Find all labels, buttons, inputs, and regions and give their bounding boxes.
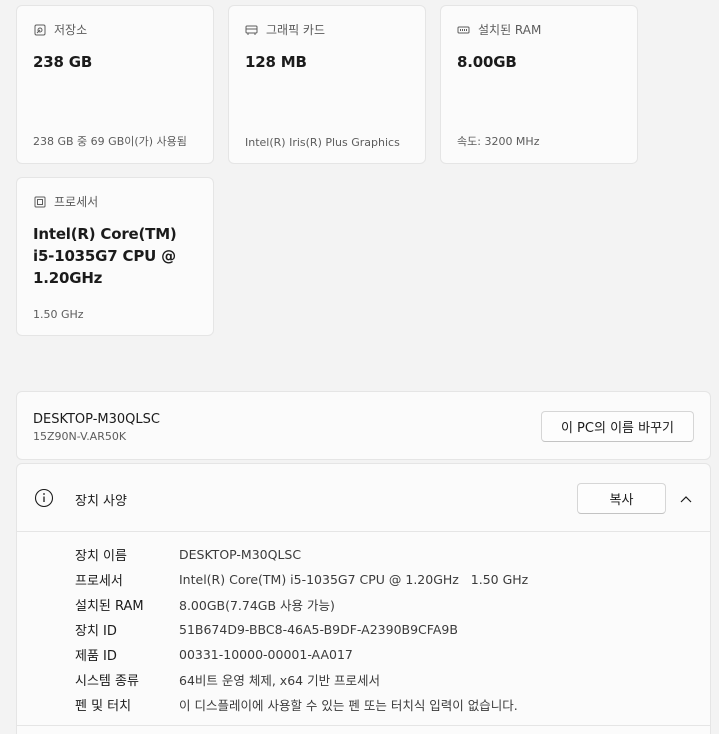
spec-row-product-id: 제품 ID 00331-10000-00001-AA017 (75, 642, 702, 667)
device-name: DESKTOP-M30QLSC (33, 412, 160, 427)
spec-value: 64비트 운영 체제, x64 기반 프로세서 (179, 673, 381, 688)
card-title: 그래픽 카드 (266, 23, 326, 37)
spec-key: 장치 이름 (75, 549, 127, 564)
graphics-card-card: 그래픽 카드 128 MB Intel(R) Iris(R) Plus Grap… (228, 5, 426, 164)
card-value: 128 MB (245, 53, 307, 71)
device-specs-title: 장치 사양 (75, 494, 127, 509)
spec-row-processor: 프로세서 Intel(R) Core(TM) i5-1035G7 CPU @ 1… (75, 567, 702, 592)
card-title: 프로세서 (54, 195, 99, 209)
spec-value: 51B674D9-BBC8-46A5-B9DF-A2390B9CFA9B (179, 622, 458, 637)
card-value: 238 GB (33, 53, 93, 71)
device-specs-panel: 장치 사양 복사 장치 이름 DESKTOP-M30QLSC 프로세서 Inte… (16, 463, 711, 734)
spec-value: Intel(R) Core(TM) i5-1035G7 CPU @ 1.20GH… (179, 572, 529, 587)
card-value: Intel(R) Core(TM) i5-1035G7 CPU @ 1.20GH… (33, 225, 177, 287)
spec-key: 펜 및 터치 (75, 699, 132, 714)
ram-card: 설치된 RAM 8.00GB 속도: 3200 MHz (440, 5, 638, 164)
copy-button[interactable]: 복사 (577, 483, 666, 514)
spec-key: 제품 ID (75, 649, 117, 664)
info-icon (34, 488, 54, 508)
spec-key: 프로세서 (75, 574, 123, 589)
card-title: 저장소 (54, 23, 88, 37)
processor-icon (33, 196, 46, 209)
processor-card: 프로세서 Intel(R) Core(TM) i5-1035G7 CPU @ 1… (16, 177, 214, 336)
card-title: 설치된 RAM (478, 23, 542, 37)
device-model: 15Z90N-V.AR50K (33, 430, 127, 443)
spec-value: 00331-10000-00001-AA017 (179, 647, 353, 662)
rename-pc-button[interactable]: 이 PC의 이름 바꾸기 (541, 411, 694, 442)
card-detail: 속도: 3200 MHz (457, 135, 540, 148)
divider (17, 725, 710, 726)
spec-row-pen-touch: 펜 및 터치 이 디스플레이에 사용할 수 있는 펜 또는 터치식 입력이 없습… (75, 692, 702, 717)
spec-value: DESKTOP-M30QLSC (179, 547, 302, 562)
card-detail: Intel(R) Iris(R) Plus Graphics (245, 136, 400, 149)
ram-icon (457, 24, 470, 37)
spec-row-installed-ram: 설치된 RAM 8.00GB(7.74GB 사용 가능) (75, 592, 702, 617)
device-specs-list: 장치 이름 DESKTOP-M30QLSC 프로세서 Intel(R) Core… (75, 542, 702, 717)
spec-value: 8.00GB(7.74GB 사용 가능) (179, 598, 335, 613)
spec-key: 설치된 RAM (75, 599, 144, 614)
spec-key: 시스템 종류 (75, 674, 139, 689)
spec-row-device-id: 장치 ID 51B674D9-BBC8-46A5-B9DF-A2390B9CFA… (75, 617, 702, 642)
device-name-section: DESKTOP-M30QLSC 15Z90N-V.AR50K 이 PC의 이름 … (16, 391, 711, 460)
chevron-up-icon[interactable] (678, 491, 694, 505)
spec-value: 이 디스플레이에 사용할 수 있는 펜 또는 터치식 입력이 없습니다. (179, 698, 518, 713)
spec-row-device-name: 장치 이름 DESKTOP-M30QLSC (75, 542, 702, 567)
system-about-page: 저장소 238 GB 238 GB 중 69 GB이(가) 사용됨 그래픽 카드… (0, 0, 719, 734)
device-specs-header[interactable]: 장치 사양 복사 (17, 464, 710, 532)
graphics-card-icon (245, 24, 258, 37)
spec-row-system-type: 시스템 종류 64비트 운영 체제, x64 기반 프로세서 (75, 667, 702, 692)
card-detail: 1.50 GHz (33, 308, 84, 321)
spec-key: 장치 ID (75, 624, 117, 639)
card-value: 8.00GB (457, 53, 517, 71)
storage-icon (33, 24, 46, 37)
card-detail: 238 GB 중 69 GB이(가) 사용됨 (33, 135, 187, 148)
storage-card: 저장소 238 GB 238 GB 중 69 GB이(가) 사용됨 (16, 5, 214, 164)
